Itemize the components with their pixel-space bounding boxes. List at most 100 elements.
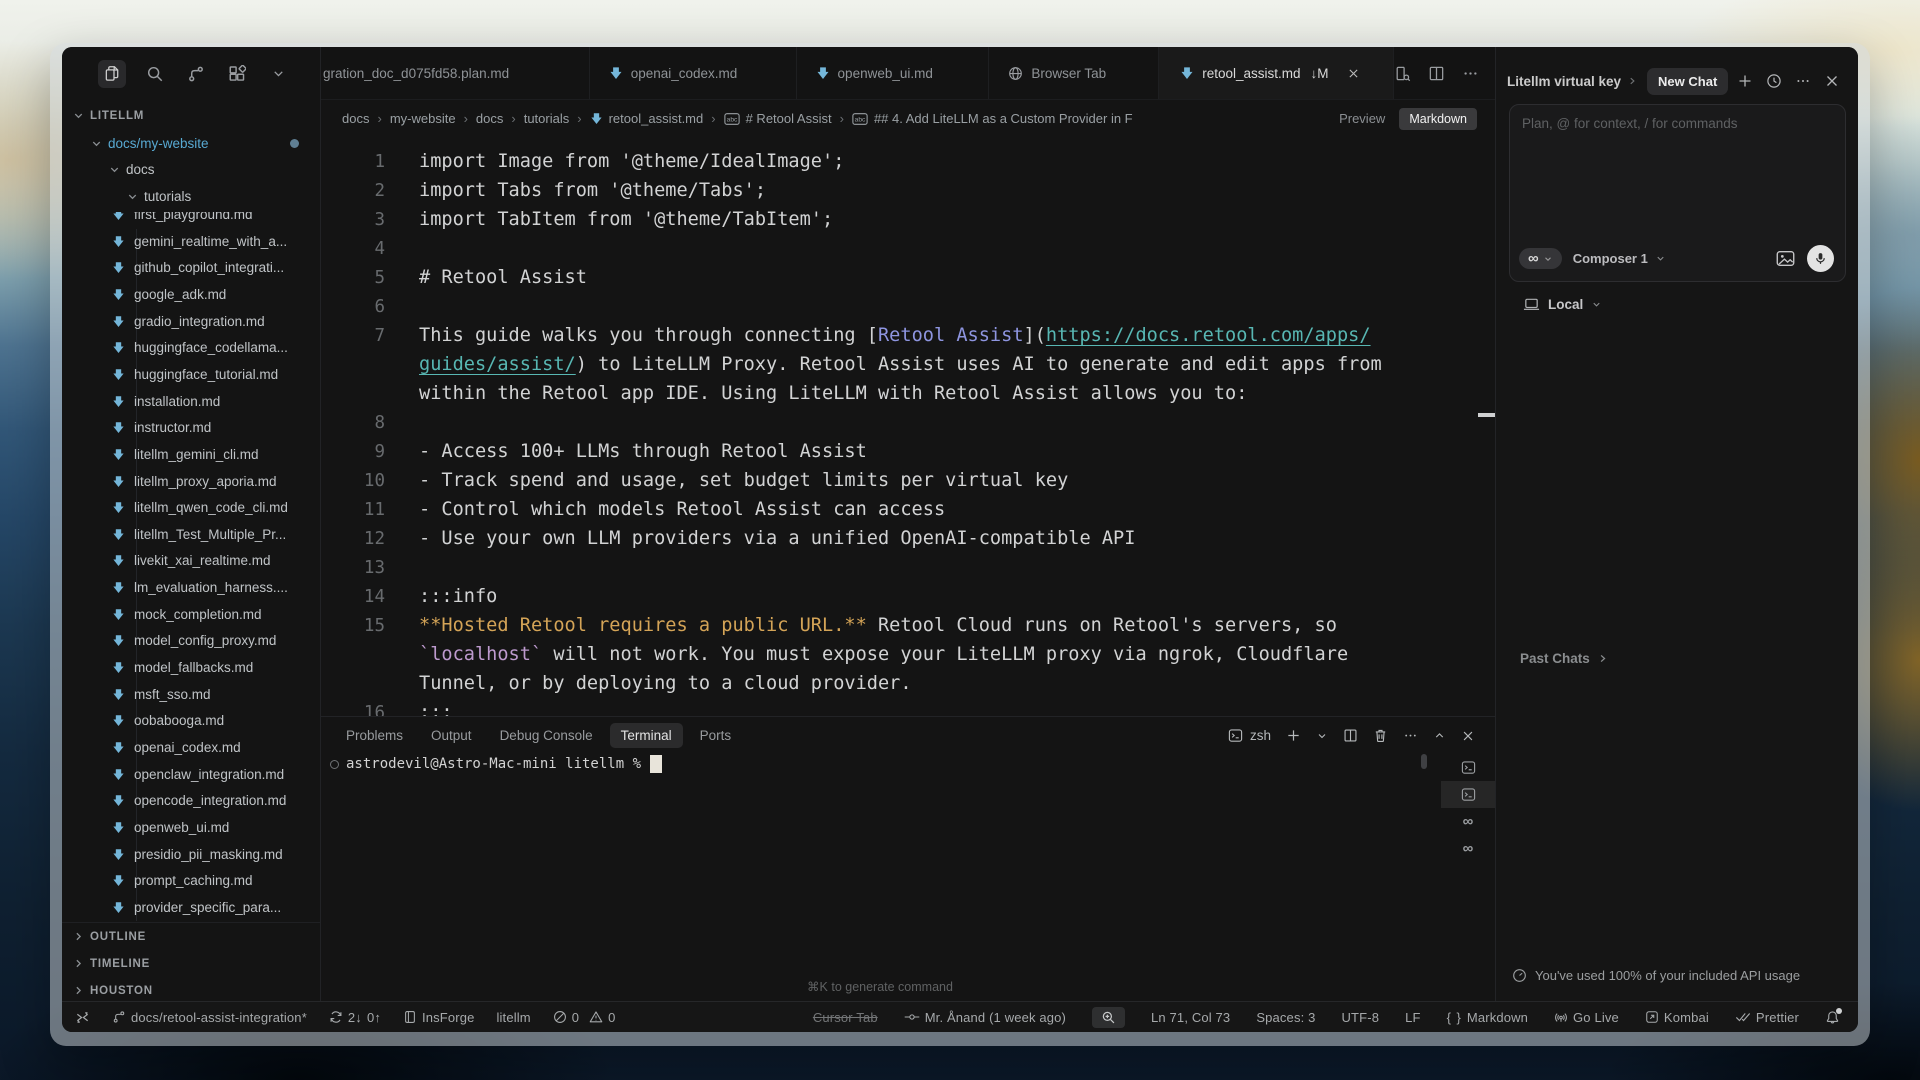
breadcrumb-docs2[interactable]: docs [476, 111, 503, 126]
shell-indicator[interactable]: zsh [1228, 728, 1271, 743]
notifications-button[interactable] [1825, 1010, 1840, 1025]
close-panel-icon[interactable] [1461, 729, 1475, 743]
past-chats[interactable]: Past Chats [1520, 651, 1608, 666]
close-chat-icon[interactable] [1824, 73, 1840, 89]
breadcrumb-h2[interactable]: abc ## 4. Add LiteLLM as a Custom Provid… [852, 111, 1133, 126]
file-item[interactable]: litellm_proxy_aporia.md [62, 468, 320, 495]
status-kombai[interactable]: Kombai [1645, 1010, 1709, 1025]
chat-input-box[interactable]: Plan, @ for context, / for commands ∞ Co… [1509, 104, 1846, 282]
tree-folder-docs[interactable]: docs [62, 156, 320, 183]
file-item[interactable]: installation.md [62, 388, 320, 415]
status-indentation[interactable]: Spaces: 3 [1256, 1010, 1315, 1025]
file-item[interactable]: gemini_realtime_with_a... [62, 228, 320, 255]
voice-input-button[interactable] [1807, 245, 1834, 272]
status-language[interactable]: { } Markdown [1447, 1010, 1528, 1025]
tab-openai-codex[interactable]: openai_codex.md [590, 47, 797, 99]
tab-plan-md[interactable]: gration_doc_d075fd58.plan.md [321, 47, 590, 99]
file-item[interactable]: oobabooga.md [62, 707, 320, 734]
split-editor-icon[interactable] [1428, 65, 1445, 82]
file-item[interactable]: model_fallbacks.md [62, 654, 320, 681]
agent-terminal-infinity-icon[interactable]: ∞ [1441, 835, 1495, 862]
status-go-live[interactable]: Go Live [1554, 1010, 1619, 1025]
environment-selector[interactable]: Local [1523, 297, 1602, 312]
breadcrumb-h1[interactable]: abc # Retool Assist [724, 111, 832, 126]
more-actions-icon[interactable] [1462, 65, 1479, 82]
section-outline[interactable]: OUTLINE [62, 923, 320, 950]
file-item[interactable]: mock_completion.md [62, 601, 320, 628]
terminal-instance[interactable] [1441, 754, 1495, 781]
file-item[interactable]: gradio_integration.md [62, 308, 320, 335]
file-item[interactable]: model_config_proxy.md [62, 627, 320, 654]
file-item[interactable]: openai_codex.md [62, 734, 320, 761]
agent-mode-selector[interactable]: ∞ [1519, 248, 1562, 269]
tab-ports[interactable]: Ports [700, 728, 732, 743]
file-item[interactable]: huggingface_codellama... [62, 334, 320, 361]
tree-root-litellm[interactable]: LITELLM [62, 102, 320, 129]
new-terminal-icon[interactable] [1286, 728, 1301, 743]
status-cursor-position[interactable]: Ln 71, Col 73 [1151, 1010, 1230, 1025]
tab-retool-assist[interactable]: retool_assist.md ↓M [1159, 47, 1394, 99]
add-chat-icon[interactable] [1737, 73, 1753, 89]
status-branch[interactable]: docs/retool-assist-integration* [112, 1010, 307, 1025]
file-item[interactable]: opencode_integration.md [62, 787, 320, 814]
split-terminal-icon[interactable] [1343, 728, 1358, 743]
status-cursor-tab[interactable]: Cursor Tab [813, 1010, 878, 1025]
status-litellm[interactable]: litellm [496, 1010, 530, 1025]
chat-tab-title[interactable]: Litellm virtual key [1507, 74, 1621, 89]
agent-terminal-infinity-icon[interactable]: ∞ [1441, 808, 1495, 835]
section-timeline[interactable]: TIMELINE [62, 950, 320, 977]
code-editor[interactable]: 1import Image from '@theme/IdealImage';2… [321, 137, 1495, 716]
status-insforge[interactable]: InsForge [403, 1010, 475, 1025]
file-item[interactable]: openweb_ui.md [62, 814, 320, 841]
file-item[interactable]: github_copilot_integrati... [62, 254, 320, 281]
open-changes-icon[interactable] [1394, 65, 1411, 82]
terminal-instance-selected[interactable] [1441, 781, 1495, 808]
tree-folder-tutorials[interactable]: tutorials [62, 183, 320, 210]
breadcrumb-my-website[interactable]: my-website [390, 111, 456, 126]
history-icon[interactable] [1766, 73, 1782, 89]
file-item[interactable]: presidio_pii_masking.md [62, 841, 320, 868]
file-item[interactable]: livekit_xai_realtime.md [62, 547, 320, 574]
file-item[interactable]: lm_evaluation_harness.... [62, 574, 320, 601]
tab-terminal[interactable]: Terminal [610, 723, 683, 748]
tab-problems[interactable]: Problems [346, 728, 403, 743]
file-item[interactable]: google_adk.md [62, 281, 320, 308]
tab-openweb-ui[interactable]: openweb_ui.md [797, 47, 990, 99]
file-item[interactable]: msft_sso.md [62, 681, 320, 708]
file-item[interactable]: prompt_caching.md [62, 867, 320, 894]
attach-image-button[interactable] [1776, 250, 1795, 267]
status-git-blame[interactable]: Mr. Ånand (1 week ago) [904, 1010, 1066, 1025]
file-item[interactable]: provider_specific_para... [62, 894, 320, 921]
model-selector[interactable]: Composer 1 [1573, 251, 1666, 266]
tab-browser-tab[interactable]: Browser Tab [989, 47, 1159, 99]
breadcrumb-file[interactable]: retool_assist.md [590, 111, 704, 126]
terminal-dropdown-icon[interactable] [1316, 730, 1328, 742]
zoom-button[interactable] [1092, 1007, 1125, 1028]
terminal-scrollbar[interactable] [1421, 754, 1427, 769]
close-tab-icon[interactable] [1347, 67, 1360, 80]
file-item[interactable]: litellm_qwen_code_cli.md [62, 494, 320, 521]
file-item[interactable]: instructor.md [62, 414, 320, 441]
more-chat-icon[interactable] [1795, 73, 1811, 89]
more-terminal-icon[interactable] [1403, 728, 1418, 743]
file-item[interactable]: openclaw_integration.md [62, 761, 320, 788]
status-prettier[interactable]: Prettier [1735, 1010, 1799, 1025]
breadcrumb-docs[interactable]: docs [342, 111, 369, 126]
section-houston[interactable]: HOUSTON [62, 977, 320, 1004]
terminal-prompt-line[interactable]: astrodevil@Astro-Mac-mini litellm % [330, 755, 662, 773]
status-eol[interactable]: LF [1405, 1010, 1420, 1025]
file-item[interactable]: litellm_Test_Multiple_Pr... [62, 521, 320, 548]
status-encoding[interactable]: UTF-8 [1342, 1010, 1380, 1025]
remote-indicator[interactable] [75, 1010, 90, 1025]
markdown-mode-badge[interactable]: Markdown [1399, 108, 1477, 130]
tab-debug-console[interactable]: Debug Console [500, 728, 593, 743]
status-problems[interactable]: 0 0 [553, 1010, 616, 1025]
new-chat-tab[interactable]: New Chat [1647, 68, 1728, 95]
breadcrumb-tutorials[interactable]: tutorials [524, 111, 570, 126]
tree-folder-docs-my-website[interactable]: docs/my-website [62, 130, 320, 157]
file-item[interactable]: huggingface_tutorial.md [62, 361, 320, 388]
tab-output[interactable]: Output [431, 728, 472, 743]
status-sync[interactable]: 2↓ 0↑ [329, 1010, 381, 1025]
preview-toggle[interactable]: Preview [1339, 111, 1385, 126]
kill-terminal-icon[interactable] [1373, 728, 1388, 743]
